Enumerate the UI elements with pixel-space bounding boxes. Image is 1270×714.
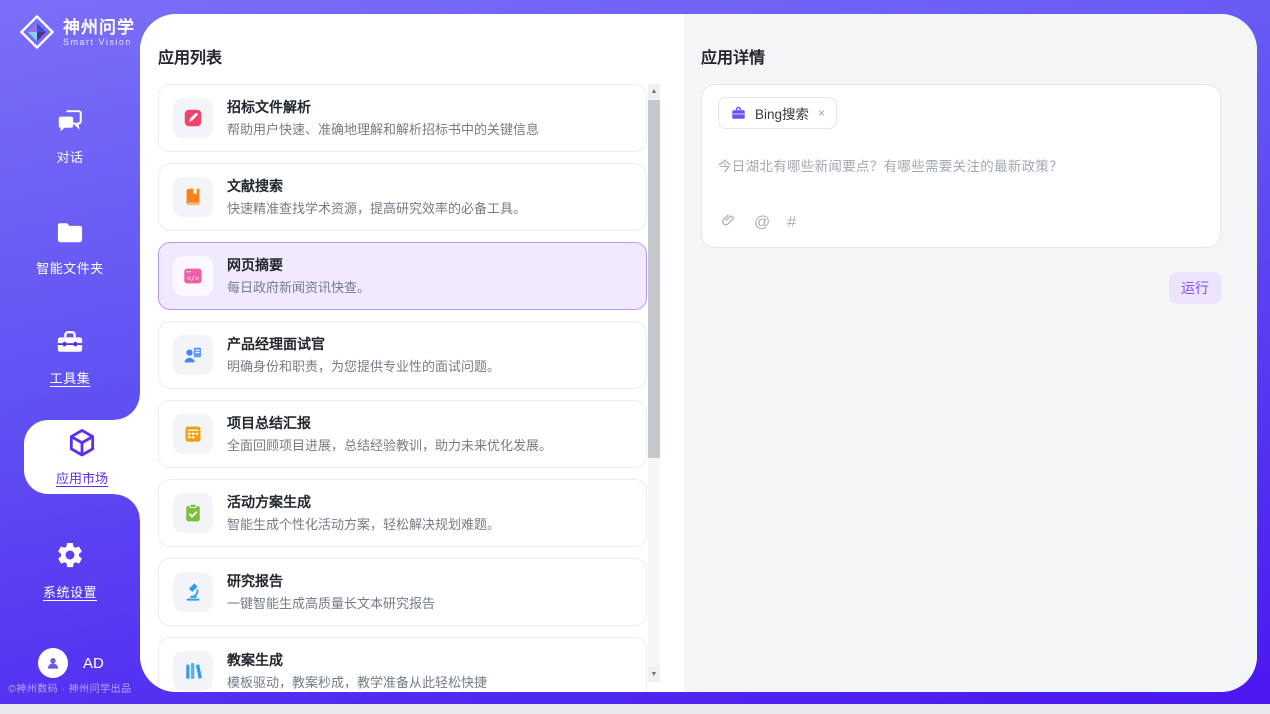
tool-chip-label: Bing搜索 — [755, 103, 809, 123]
app-window: 神州问学 Smart Vision 对话 智能文件夹 — [0, 0, 1270, 704]
book-icon — [173, 177, 213, 217]
app-item-title: 招标文件解析 — [227, 97, 539, 117]
sidebar-item-label: 系统设置 — [43, 582, 97, 601]
sidebar: 神州问学 Smart Vision 对话 智能文件夹 — [0, 0, 140, 704]
person-icon — [44, 654, 62, 672]
sidebar-item-label: 工具集 — [50, 368, 91, 387]
sidebar-item-label: 应用市场 — [56, 468, 108, 487]
brand-tagline: Smart Vision — [63, 37, 135, 47]
app-list-item-report[interactable]: 项目总结汇报 全面回顾项目进展，总结经验教训，助力未来优化发展。 — [158, 400, 647, 468]
scrollbar-down-button[interactable]: ▼ — [648, 667, 660, 682]
clipboard-check-icon — [173, 493, 213, 533]
books-icon — [173, 651, 213, 691]
app-list-item-book[interactable]: 文献搜索 快速精准查找学术资源，提高研究效率的必备工具。 — [158, 163, 647, 231]
briefcase-icon — [730, 105, 747, 122]
sidebar-item-app-market-active[interactable]: 应用市场 — [24, 420, 140, 494]
doc-edit-icon — [173, 98, 213, 138]
app-list-item-interviewer[interactable]: 产品经理面试官 明确身份和职责，为您提供专业性的面试问题。 — [158, 321, 647, 389]
report-icon — [173, 414, 213, 454]
microscope-icon — [173, 572, 213, 612]
input-toolbar: @ # — [720, 211, 796, 234]
app-item-desc: 明确身份和职责，为您提供专业性的面试问题。 — [227, 357, 500, 376]
app-item-desc: 模板驱动，教案秒成，教学准备从此轻松快捷 — [227, 673, 487, 692]
copyright: ©神州数码 · 神州问学出品 — [0, 680, 140, 695]
sidebar-item-toolset[interactable]: 工具集 — [0, 328, 140, 387]
avatar — [38, 648, 68, 678]
chat-icon — [55, 107, 85, 140]
app-item-desc: 快速精准查找学术资源，提高研究效率的必备工具。 — [227, 199, 526, 218]
app-item-title: 活动方案生成 — [227, 492, 500, 512]
hashtag-icon[interactable]: # — [787, 215, 796, 231]
app-item-title: 研究报告 — [227, 571, 435, 591]
app-item-title: 网页摘要 — [227, 255, 370, 275]
app-list-item-browser-code[interactable]: </> 网页摘要 每日政府新闻资讯快查。 — [158, 242, 647, 310]
app-detail-panel: 应用详情 Bing搜索 × 今日湖北有哪些新闻要点？有哪些需要关注的最新政策？ — [684, 14, 1257, 692]
app-list-item-books[interactable]: 教案生成 模板驱动，教案秒成，教学准备从此轻松快捷 — [158, 637, 647, 692]
scrollbar-thumb[interactable] — [648, 100, 660, 458]
app-detail-title: 应用详情 — [701, 44, 1257, 68]
query-text[interactable]: 今日湖北有哪些新闻要点？有哪些需要关注的最新政策？ — [718, 155, 1204, 175]
tool-chip-bing-search[interactable]: Bing搜索 × — [718, 97, 837, 129]
app-list-title: 应用列表 — [158, 44, 684, 68]
sidebar-item-label: 对话 — [56, 147, 83, 166]
folder-icon — [55, 220, 85, 251]
prompt-card: Bing搜索 × 今日湖北有哪些新闻要点？有哪些需要关注的最新政策？ @ # — [701, 84, 1221, 248]
app-item-desc: 全面回顾项目进展，总结经验教训，助力未来优化发展。 — [227, 436, 552, 455]
attachment-icon[interactable] — [720, 211, 737, 234]
brand-text: 神州问学 Smart Vision — [63, 18, 135, 47]
app-item-desc: 每日政府新闻资讯快查。 — [227, 278, 370, 297]
scrollbar[interactable]: ▲ ▼ — [648, 84, 660, 682]
mention-icon[interactable]: @ — [754, 215, 770, 231]
sidebar-item-smart-folders[interactable]: 智能文件夹 — [0, 220, 140, 277]
sidebar-item-label: 智能文件夹 — [36, 258, 104, 277]
chip-close-icon[interactable]: × — [818, 106, 825, 120]
app-item-title: 项目总结汇报 — [227, 413, 552, 433]
brand-diamond-icon — [18, 13, 56, 51]
run-row: 运行 — [701, 272, 1221, 304]
scrollbar-up-button[interactable]: ▲ — [648, 84, 660, 99]
browser-code-icon: </> — [173, 256, 213, 296]
interviewer-icon — [173, 335, 213, 375]
content-area: 应用列表 招标文件解析 帮助用户快速、准确地理解和解析招标书中的关键信息 文献搜… — [140, 14, 1257, 692]
svg-text:</>: </> — [187, 275, 199, 283]
app-item-desc: 一键智能生成高质量长文本研究报告 — [227, 594, 435, 613]
user-account[interactable]: AD — [38, 648, 104, 678]
app-item-desc: 智能生成个性化活动方案，轻松解决规划难题。 — [227, 515, 500, 534]
app-item-title: 教案生成 — [227, 650, 487, 670]
sidebar-item-chat[interactable]: 对话 — [0, 107, 140, 166]
gear-icon — [55, 540, 85, 575]
app-item-title: 文献搜索 — [227, 176, 526, 196]
app-list-item-microscope[interactable]: 研究报告 一键智能生成高质量长文本研究报告 — [158, 558, 647, 626]
cube-icon — [66, 427, 98, 464]
app-list-panel: 应用列表 招标文件解析 帮助用户快速、准确地理解和解析招标书中的关键信息 文献搜… — [140, 14, 684, 692]
app-item-title: 产品经理面试官 — [227, 334, 500, 354]
app-list: 招标文件解析 帮助用户快速、准确地理解和解析招标书中的关键信息 文献搜索 快速精… — [158, 84, 647, 692]
app-item-desc: 帮助用户快速、准确地理解和解析招标书中的关键信息 — [227, 120, 539, 139]
run-button[interactable]: 运行 — [1169, 272, 1221, 304]
sidebar-item-settings[interactable]: 系统设置 — [0, 540, 140, 601]
brand-logo: 神州问学 Smart Vision — [18, 13, 135, 51]
app-list-item-doc-edit[interactable]: 招标文件解析 帮助用户快速、准确地理解和解析招标书中的关键信息 — [158, 84, 647, 152]
brand-name: 神州问学 — [63, 18, 135, 37]
app-list-item-clipboard-check[interactable]: 活动方案生成 智能生成个性化活动方案，轻松解决规划难题。 — [158, 479, 647, 547]
user-label: AD — [83, 655, 104, 672]
toolbox-icon — [55, 328, 85, 361]
